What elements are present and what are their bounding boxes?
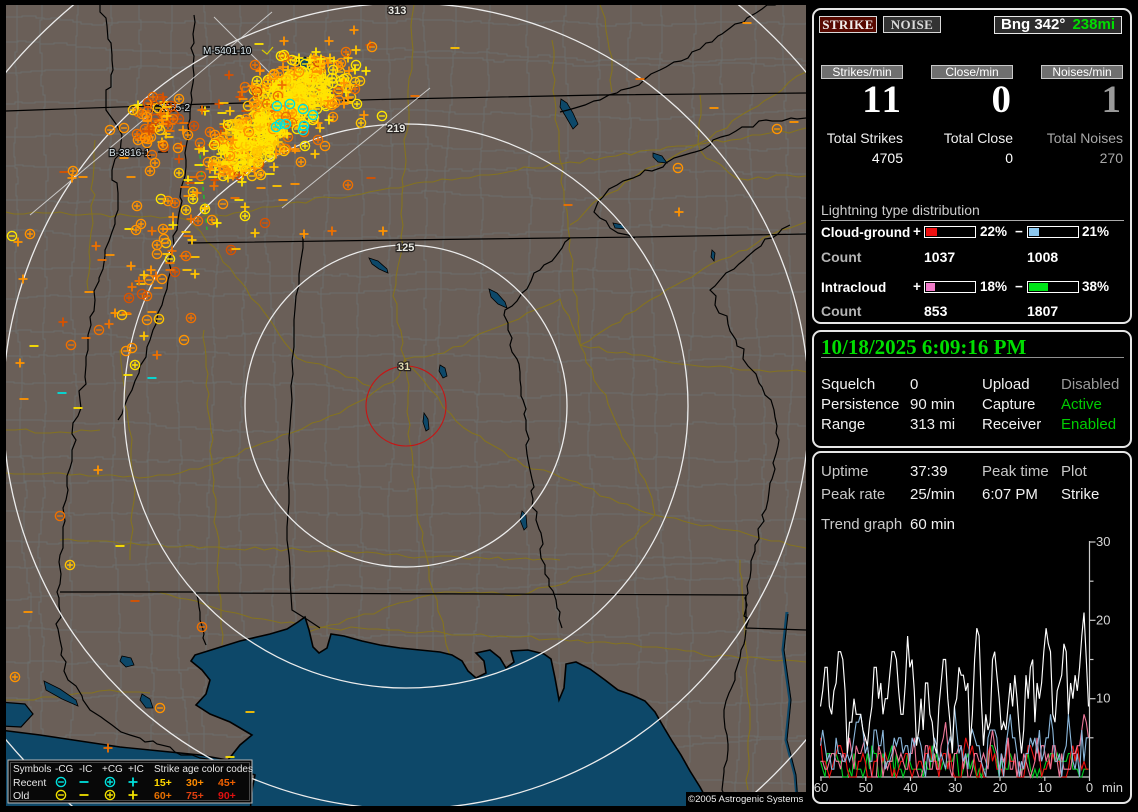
svg-text:M-5401-10: M-5401-10 bbox=[203, 46, 252, 57]
svg-text:+CG: +CG bbox=[102, 764, 123, 775]
svg-text:Strike age color codes: Strike age color codes bbox=[154, 764, 253, 775]
svg-text:75+: 75+ bbox=[186, 790, 204, 802]
svg-text:0: 0 bbox=[1086, 780, 1093, 795]
svg-text:10: 10 bbox=[1096, 691, 1110, 706]
svg-text:60+: 60+ bbox=[154, 790, 172, 802]
svg-text:60: 60 bbox=[814, 780, 828, 795]
svg-text:min: min bbox=[1102, 780, 1123, 795]
svg-text:-IC: -IC bbox=[79, 764, 92, 775]
svg-text:50: 50 bbox=[859, 780, 873, 795]
svg-text:45+: 45+ bbox=[218, 777, 236, 789]
svg-text:31: 31 bbox=[398, 361, 410, 373]
svg-text:30+: 30+ bbox=[186, 777, 204, 789]
svg-text:+IC: +IC bbox=[128, 764, 144, 775]
svg-text:30: 30 bbox=[948, 780, 962, 795]
svg-text:Symbols: Symbols bbox=[13, 764, 51, 775]
svg-text:313: 313 bbox=[388, 5, 406, 17]
svg-text:219: 219 bbox=[387, 123, 405, 135]
svg-text:-CG: -CG bbox=[55, 764, 74, 775]
svg-text:15+: 15+ bbox=[154, 777, 172, 789]
svg-text:©2005 Astrogenic Systems: ©2005 Astrogenic Systems bbox=[688, 794, 804, 805]
svg-text:40: 40 bbox=[903, 780, 917, 795]
svg-text:90+: 90+ bbox=[218, 790, 236, 802]
svg-text:B-3816-1: B-3816-1 bbox=[109, 148, 151, 159]
svg-text:125: 125 bbox=[396, 242, 414, 254]
svg-text:20: 20 bbox=[993, 780, 1007, 795]
svg-text:20: 20 bbox=[1096, 612, 1110, 627]
svg-text:Recent: Recent bbox=[13, 777, 46, 789]
svg-text:10: 10 bbox=[1038, 780, 1052, 795]
svg-text:30: 30 bbox=[1096, 534, 1110, 549]
svg-text:Old: Old bbox=[13, 790, 30, 802]
